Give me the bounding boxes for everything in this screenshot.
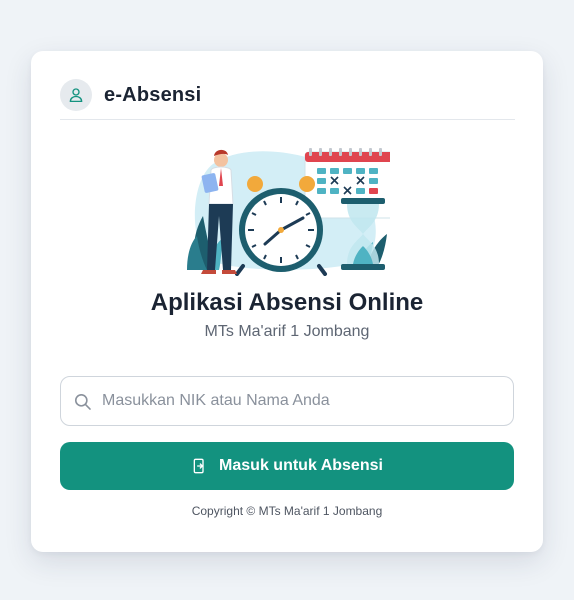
search-icon (73, 391, 93, 411)
page-title: Aplikasi Absensi Online (150, 289, 424, 316)
login-card: e-Absensi Aplikasi Absensi Online MTs Ma… (31, 51, 543, 552)
login-attendance-button[interactable]: Masuk untuk Absensi (60, 442, 514, 490)
attendance-clock-calendar-illustration (185, 146, 402, 276)
search-input[interactable] (102, 392, 502, 410)
school-subtitle: MTs Ma'arif 1 Jombang (204, 323, 370, 340)
login-button-label: Masuk untuk Absensi (219, 457, 383, 474)
copyright-text: Copyright © MTs Ma'arif 1 Jombang (191, 504, 383, 518)
user-icon (60, 79, 92, 111)
phone-login-icon (191, 457, 209, 475)
card-header: e-Absensi (60, 79, 515, 120)
app-brand: e-Absensi (104, 84, 202, 106)
search-box[interactable] (60, 376, 514, 426)
